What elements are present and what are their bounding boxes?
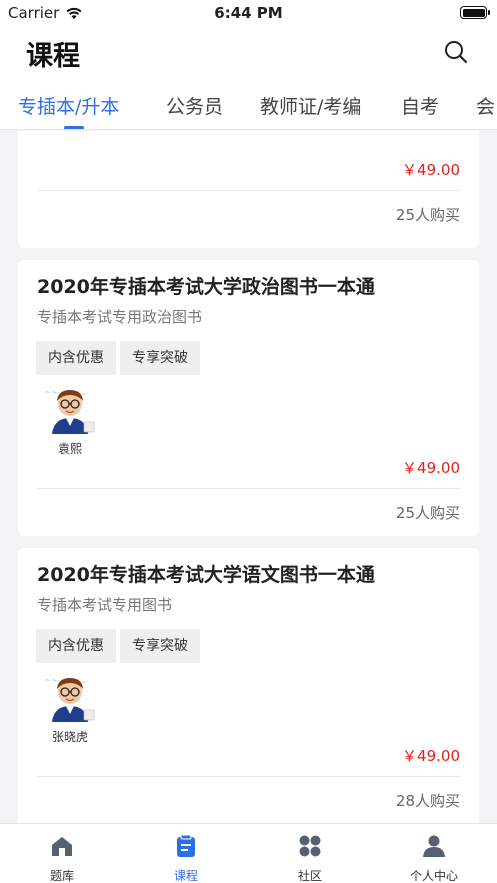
category-tabs: 专插本/升本 公务员 教师证/考编 自考 会 <box>0 80 497 130</box>
teacher[interactable]: ~ ~ ~ 袁熙 <box>40 382 100 457</box>
course-buyers: 28人购买 <box>395 792 460 810</box>
tab-upgrade[interactable]: 专插本/升本 <box>18 92 119 119</box>
tabbar-label: 社区 <box>297 869 322 883</box>
course-price: ￥49.00 <box>402 747 460 765</box>
divider <box>37 488 460 489</box>
tab-self-study[interactable]: 自考 <box>401 92 439 119</box>
course-price: ￥49.00 <box>402 459 460 477</box>
course-card[interactable]: 2020年专插本考试大学语文图书一本通 专插本考试专用图书 内含优惠 专享突破 … <box>18 548 479 823</box>
tabbar-item-question-bank[interactable]: 题库 <box>0 824 124 883</box>
course-subtitle: 专插本考试专用政治图书 <box>37 308 203 326</box>
course-price: ￥49.00 <box>402 161 460 179</box>
course-subtitle: 专插本考试专用图书 <box>37 596 173 614</box>
status-time: 6:44 PM <box>214 4 283 22</box>
tabbar-item-community[interactable]: 社区 <box>248 824 372 883</box>
header: 课程 <box>0 26 497 80</box>
tab-civil-servant[interactable]: 公务员 <box>166 92 223 119</box>
course-buyers: 25人购买 <box>395 206 460 224</box>
course-tag: 专享突破 <box>120 629 200 663</box>
course-card[interactable]: 2020年专插本考试大学政治图书一本通 专插本考试专用政治图书 内含优惠 专享突… <box>18 260 479 536</box>
teacher-avatar: ~ ~ ~ <box>45 389 95 434</box>
svg-text:~ ~: ~ ~ <box>45 677 57 684</box>
person-icon <box>423 835 445 857</box>
grid-icon <box>299 835 321 857</box>
home-icon <box>52 837 72 856</box>
divider <box>37 190 460 191</box>
svg-text:~: ~ <box>82 679 87 686</box>
tab-accounting[interactable]: 会 <box>476 92 495 119</box>
tabbar-label: 个人中心 <box>409 869 458 883</box>
bottom-tab-bar: 题库 课程 社区 个人中心 <box>0 823 497 883</box>
tabbar-label: 课程 <box>173 869 198 883</box>
tabbar-item-courses[interactable]: 课程 <box>124 824 248 883</box>
clipboard-icon <box>177 834 195 857</box>
svg-text:~ ~: ~ ~ <box>45 389 57 396</box>
tab-teacher-cert[interactable]: 教师证/考编 <box>260 92 361 119</box>
tab-indicator <box>64 126 84 129</box>
teacher-name: 张晓虎 <box>51 730 88 744</box>
search-icon[interactable] <box>443 39 469 65</box>
teacher[interactable]: ~ ~ ~ 张晓虎 <box>40 670 100 745</box>
status-bar: Carrier 6:44 PM <box>0 0 497 26</box>
course-title: 2020年专插本考试大学政治图书一本通 <box>37 276 375 298</box>
page-title: 课程 <box>26 41 80 72</box>
course-title: 2020年专插本考试大学语文图书一本通 <box>37 564 375 586</box>
tabbar-label: 题库 <box>49 869 74 883</box>
svg-text:~: ~ <box>82 391 87 398</box>
teacher-avatar: ~ ~ ~ <box>45 677 95 722</box>
battery-icon <box>460 6 490 19</box>
divider <box>37 776 460 777</box>
course-list: ￥49.00 25人购买 2020年专插本考试大学政治图书一本通 专插本考试专用… <box>0 131 497 823</box>
tabbar-item-profile[interactable]: 个人中心 <box>372 824 496 883</box>
course-card[interactable]: ￥49.00 25人购买 <box>18 131 479 248</box>
course-tag: 内含优惠 <box>36 341 116 375</box>
course-tag: 内含优惠 <box>36 629 116 663</box>
teacher-name: 袁熙 <box>57 442 82 456</box>
course-tag: 专享突破 <box>120 341 200 375</box>
course-buyers: 25人购买 <box>395 504 460 522</box>
